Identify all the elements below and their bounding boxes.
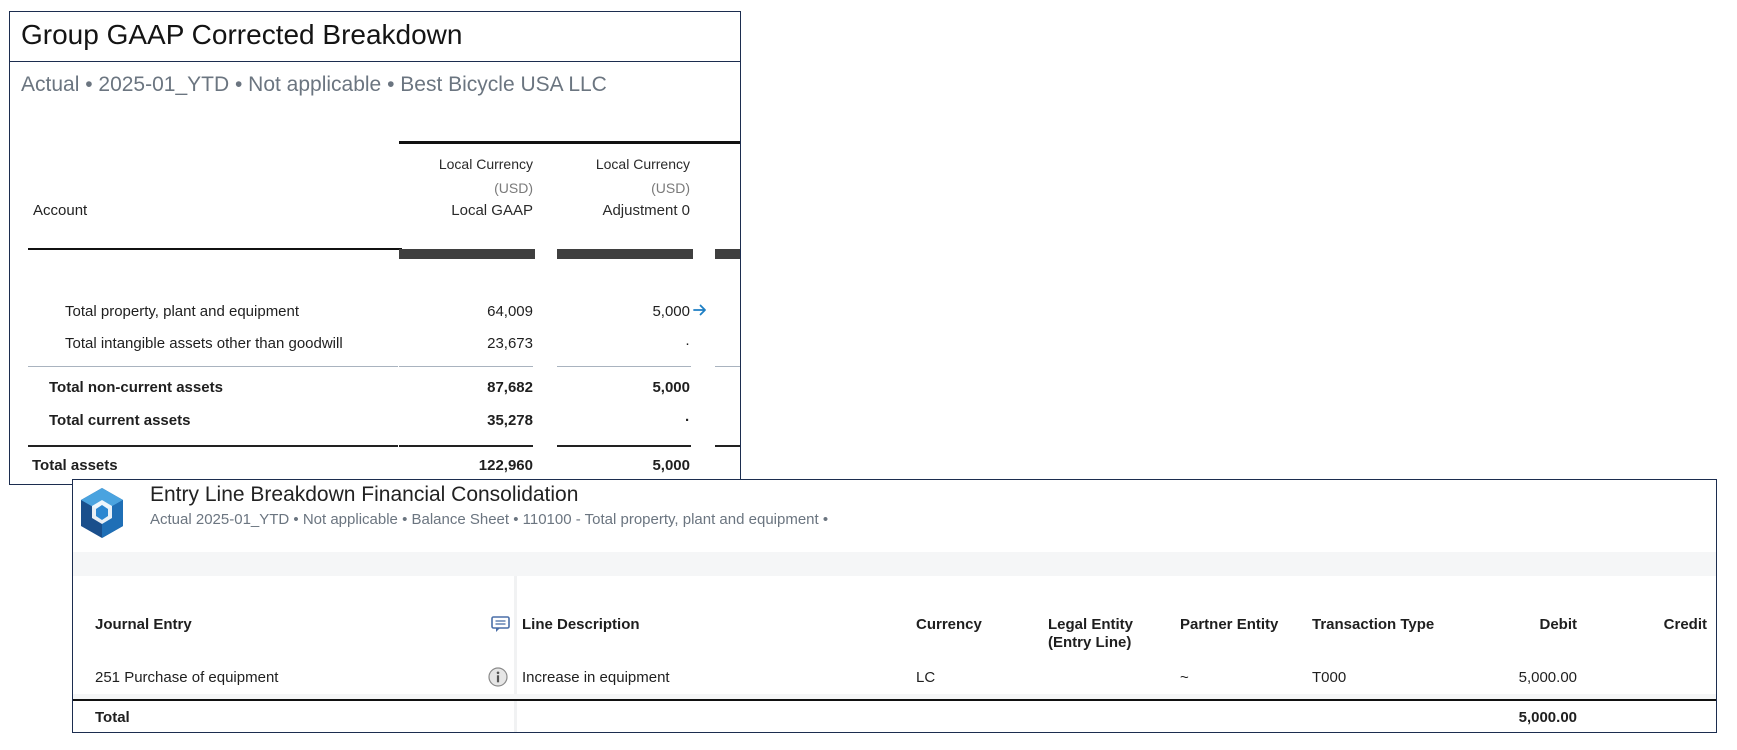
col-local-gaap-bar [399,249,535,259]
header-legal-entity-line1: Legal Entity [1048,616,1134,633]
column-group-topbar [399,141,740,144]
row-label-total-assets: Total assets [32,457,118,474]
account-header: Account [33,202,88,219]
row-separator [715,366,740,367]
header-credit[interactable]: Credit [1613,616,1707,634]
row-value-ppe-local-gaap: 64,009 [487,303,533,320]
total-separator [28,445,398,447]
entry-panel-title: Entry Line Breakdown Financial Consolida… [150,483,579,506]
row-label-ppe: Total property, plant and equipment [65,303,300,320]
row-label-intangible: Total intangible assets other than goodw… [65,335,343,352]
total-separator [715,445,740,447]
toolbar-band [73,552,1716,576]
gaap-breakdown-panel: Group GAAP Corrected Breakdown Actual • … [9,11,741,485]
cell-journal-entry[interactable]: 251 Purchase of equipment [95,669,278,686]
col-next-bar [715,249,740,259]
cell-currency: LC [916,669,936,686]
hexagon-cube-logo-icon [81,488,123,538]
header-currency[interactable]: Currency [916,616,982,634]
header-debit[interactable]: Debit [1453,616,1578,634]
row-separator [557,366,691,367]
col-adjustment-unit: (USD) [651,180,690,196]
row-value-total-assets-local-gaap: 122,960 [478,457,533,474]
info-icon[interactable] [488,667,508,687]
comment-icon[interactable] [491,616,510,633]
panel-title-bar: Group GAAP Corrected Breakdown [10,12,740,62]
total-row-separator [73,699,1716,701]
page-subtitle: Actual • 2025-01_YTD • Not applicable • … [21,73,607,96]
account-header-underline [28,248,402,250]
frozen-column-divider [514,576,517,732]
header-partner-entity[interactable]: Partner Entity [1180,616,1278,634]
cell-partner-entity: ~ [1180,669,1189,686]
cell-debit: 5,000.00 [1518,669,1577,686]
row-value-current-adjustment: · [685,412,690,429]
row-value-current-local-gaap: 35,278 [487,412,533,429]
row-separator [28,366,398,367]
cell-transaction-type: T000 [1312,669,1347,686]
total-label: Total [95,709,130,726]
header-transaction-type[interactable]: Transaction Type [1312,616,1434,634]
col-local-gaap-name: Local GAAP [451,202,533,219]
page-title: Group GAAP Corrected Breakdown [21,19,463,50]
row-value-total-assets-adjustment: 5,000 [652,457,690,474]
header-line-description[interactable]: Line Description [522,616,640,634]
row-label-non-current: Total non-current assets [49,379,223,396]
row-value-ppe-adjustment[interactable]: 5,000 [580,303,690,320]
row-value-non-current-adjustment: 5,000 [652,379,690,396]
row-value-non-current-local-gaap: 87,682 [487,379,533,396]
entry-panel-subtitle: Actual 2025-01_YTD • Not applicable • Ba… [150,511,829,528]
total-separator [557,445,691,447]
col-adjustment-currency: Local Currency [595,156,690,172]
total-separator [399,445,533,447]
col-local-gaap-unit: (USD) [494,180,533,196]
cell-line-description: Increase in equipment [522,669,670,686]
total-debit: 5,000.00 [1518,709,1577,726]
arrow-right-icon[interactable] [692,302,708,318]
row-value-intangible-local-gaap: 23,673 [487,335,533,352]
col-local-gaap-currency: Local Currency [438,156,533,172]
entry-line-breakdown-panel: Entry Line Breakdown Financial Consolida… [72,479,1717,733]
col-adjustment-bar [557,249,693,259]
row-separator [399,366,533,367]
row-label-current: Total current assets [49,412,191,429]
header-journal-entry[interactable]: Journal Entry [95,616,192,634]
header-legal-entity-line2: (Entry Line) [1048,634,1132,651]
row-value-intangible-adjustment: · [685,335,690,352]
header-legal-entity[interactable]: Legal Entity (Entry Line) [1048,616,1133,652]
col-adjustment-name: Adjustment 0 [602,202,690,219]
